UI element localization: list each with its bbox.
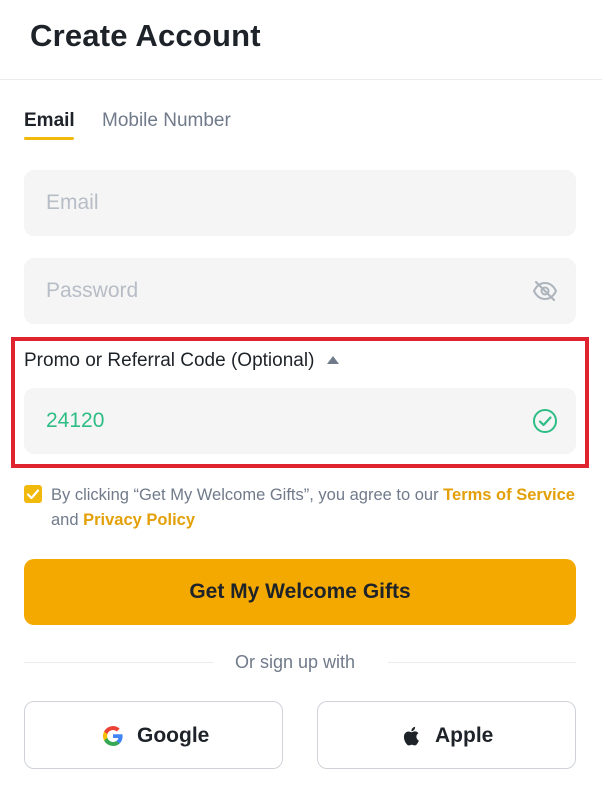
password-input[interactable]	[46, 258, 526, 324]
apple-label: Apple	[435, 724, 494, 747]
create-account-page: Create Account Email Mobile Number Promo…	[0, 0, 602, 804]
promo-code-field	[24, 388, 576, 454]
get-welcome-gifts-button[interactable]: Get My Welcome Gifts	[24, 559, 576, 625]
caret-up-icon[interactable]	[327, 356, 339, 364]
header: Create Account	[0, 0, 602, 80]
agreement-text: By clicking “Get My Welcome Gifts”, you …	[51, 483, 586, 533]
promo-code-input[interactable]	[46, 388, 526, 454]
google-label: Google	[137, 724, 210, 747]
promo-code-label[interactable]: Promo or Referral Code (Optional)	[24, 350, 314, 372]
agreement-checkbox[interactable]	[24, 485, 42, 503]
privacy-policy-link[interactable]: Privacy Policy	[83, 511, 195, 529]
divider-line-right	[388, 662, 576, 663]
email-input[interactable]	[46, 170, 526, 236]
apple-icon	[400, 724, 424, 748]
page-title: Create Account	[30, 18, 261, 53]
google-signup-button[interactable]: Google	[24, 701, 283, 769]
agreement-text-and: and	[51, 511, 84, 529]
apple-signup-button[interactable]: Apple	[317, 701, 576, 769]
tab-mobile-number[interactable]: Mobile Number	[102, 110, 231, 140]
signup-method-tabs: Email Mobile Number	[24, 110, 584, 144]
divider-line-left	[24, 662, 214, 663]
password-field	[24, 258, 576, 324]
agreement-text-before: By clicking “Get My Welcome Gifts”, you …	[51, 486, 444, 504]
checkmark-icon	[26, 489, 40, 500]
eye-off-icon[interactable]	[532, 279, 558, 303]
divider-text: Or sign up with	[235, 652, 356, 672]
check-circle-icon	[532, 408, 558, 434]
tab-email[interactable]: Email	[24, 110, 75, 140]
google-icon	[101, 724, 125, 748]
email-field	[24, 170, 576, 236]
terms-of-service-link[interactable]: Terms of Service	[443, 486, 575, 504]
